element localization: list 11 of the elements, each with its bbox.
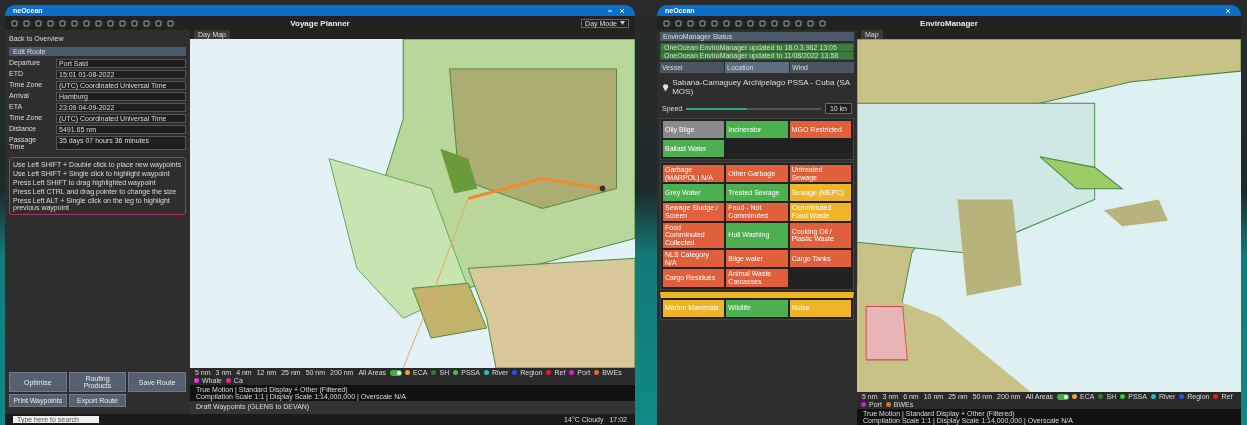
close-icon[interactable]	[1225, 7, 1231, 14]
window-title: EnviroManager	[920, 18, 978, 28]
all-areas-toggle[interactable]	[390, 369, 403, 376]
speed-slider[interactable]	[686, 107, 821, 110]
location-pin-icon	[662, 82, 670, 92]
area-title: Sabana-Camaguey Archipelago PSSA - Cuba (SA MOS)	[672, 78, 851, 96]
close-icon[interactable]	[619, 7, 625, 14]
all-areas-toggle[interactable]	[1057, 393, 1070, 400]
window-title: Voyage Planner	[290, 18, 350, 28]
caret-icon	[620, 21, 625, 25]
minimize-icon[interactable]	[607, 7, 613, 14]
